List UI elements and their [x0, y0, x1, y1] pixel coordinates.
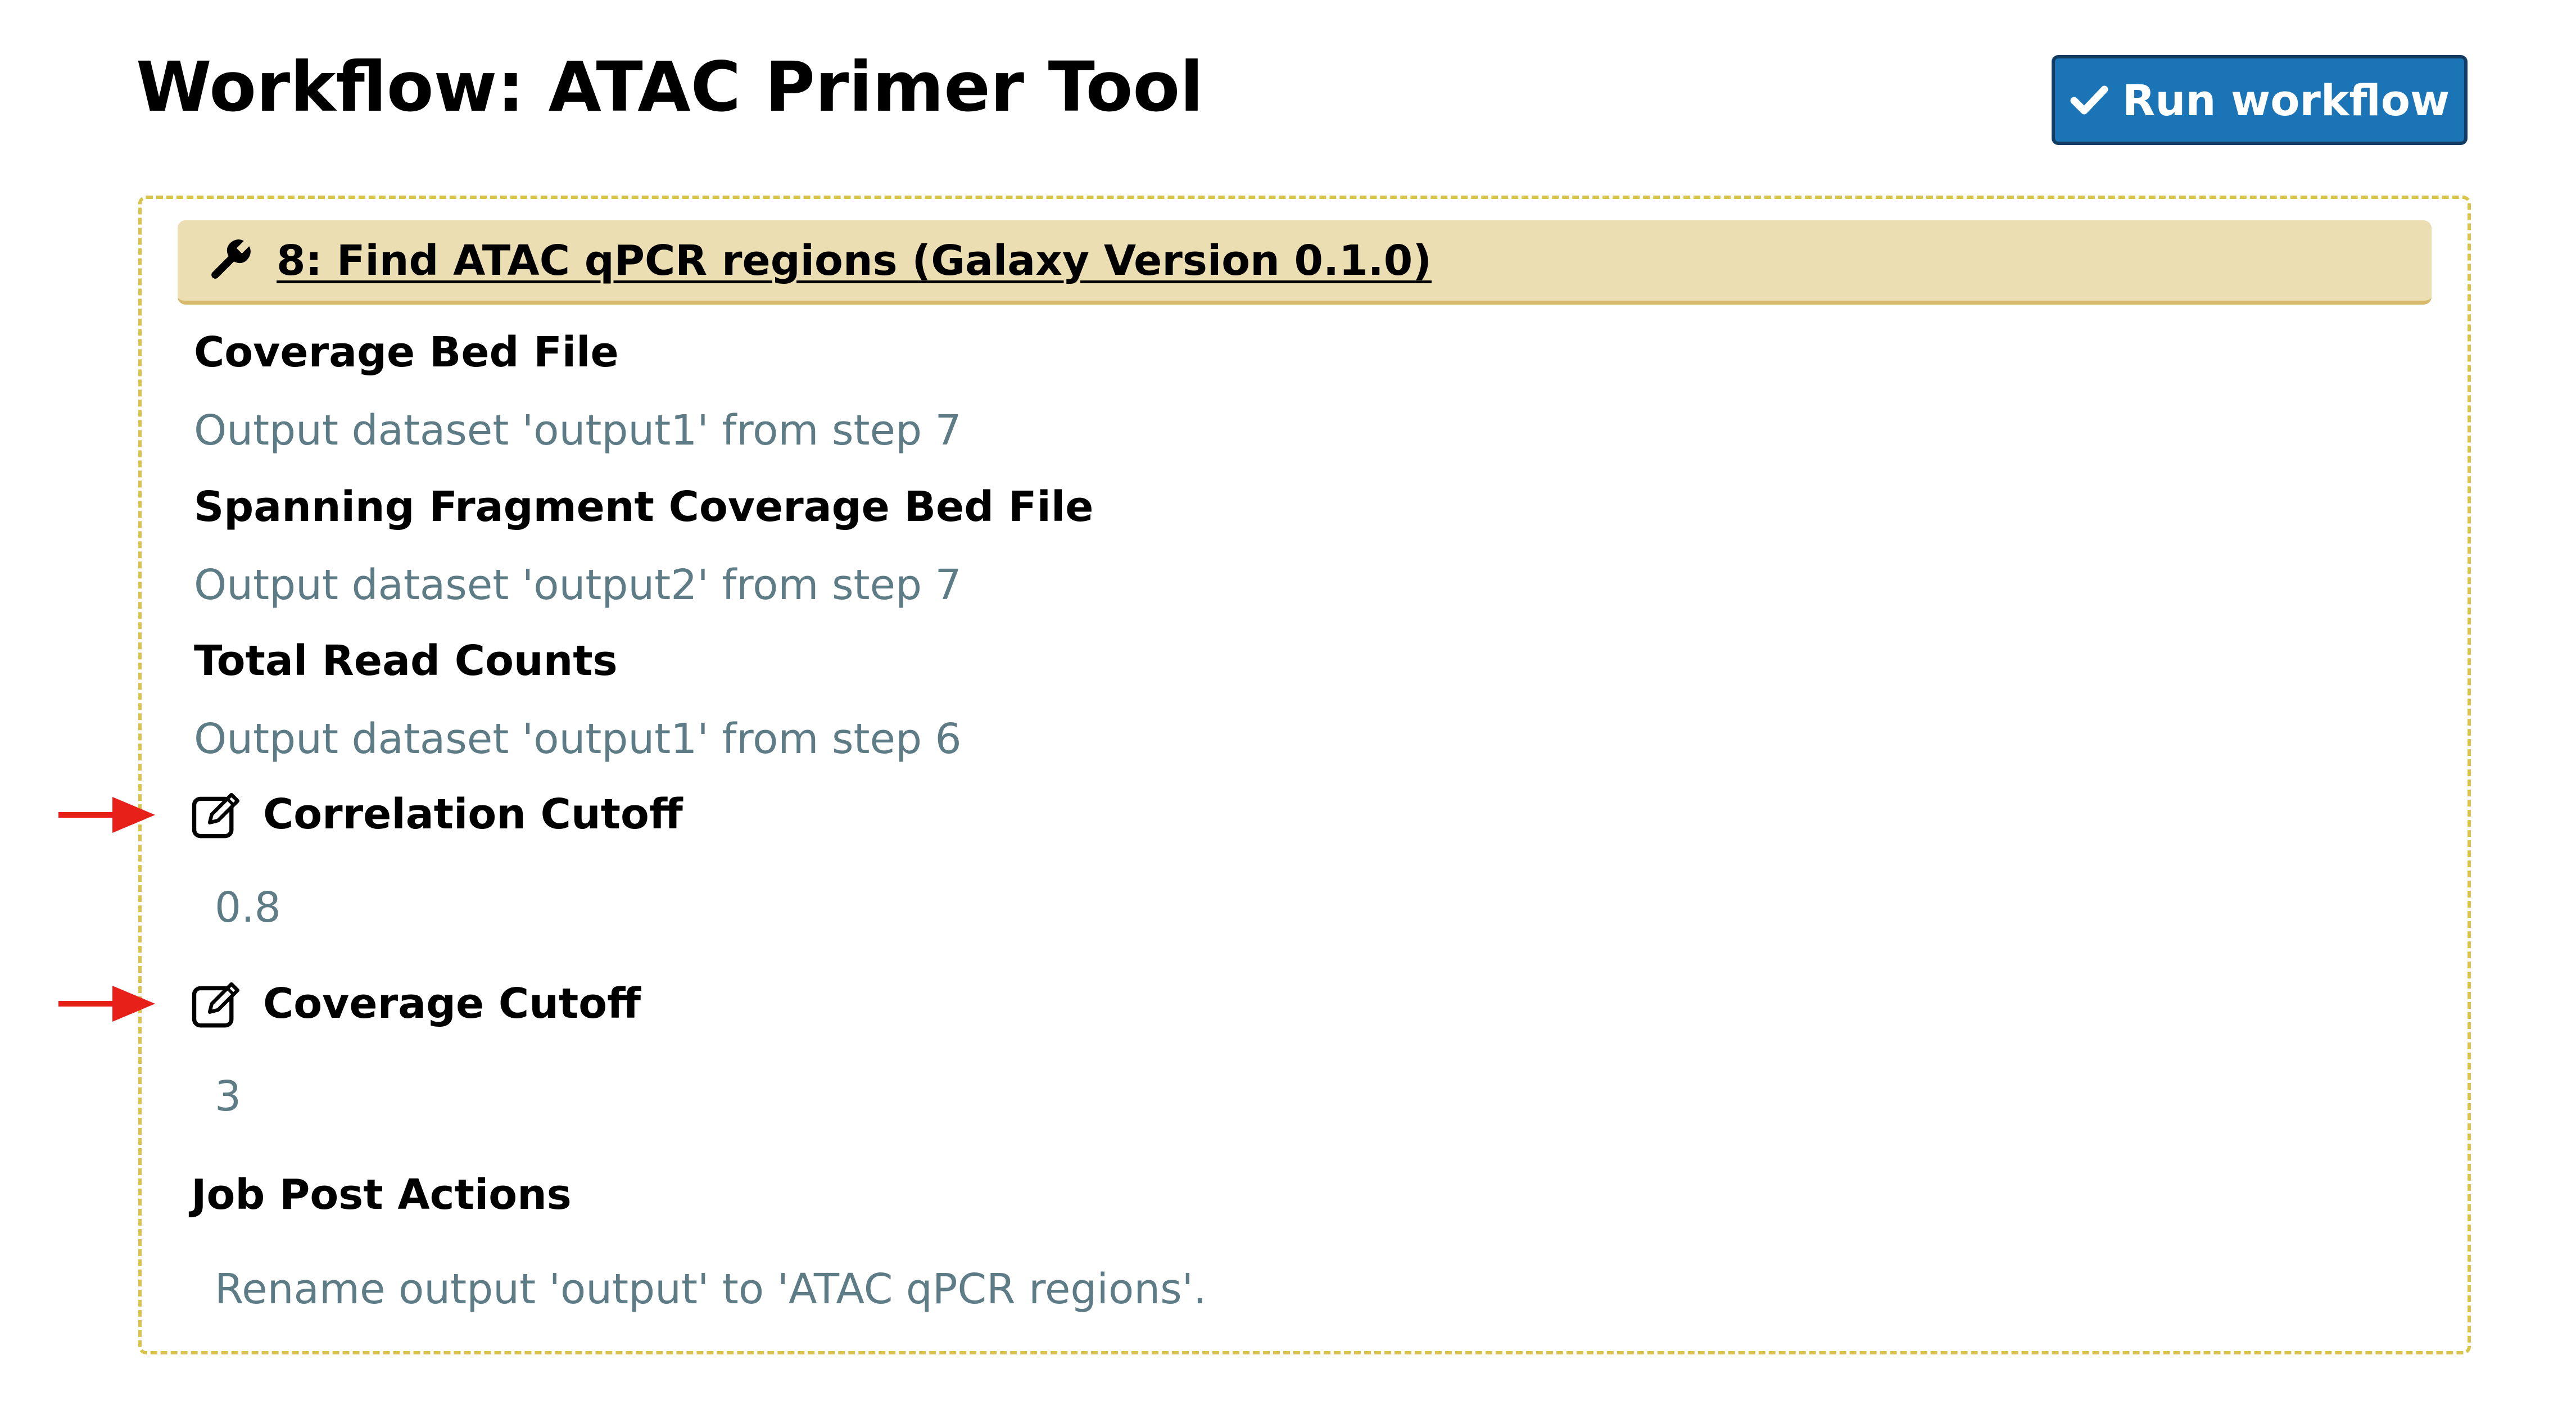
- job-post-actions-label: Job Post Actions: [191, 1171, 572, 1219]
- param-label-total-read-counts: Total Read Counts: [194, 637, 618, 685]
- check-icon: [2070, 85, 2108, 115]
- run-workflow-button[interactable]: Run workflow: [2052, 55, 2468, 145]
- wrench-icon: [211, 239, 251, 279]
- workflow-run-page: Workflow: ATAC Primer Tool Run workflow …: [0, 0, 2576, 1405]
- param-label-spanning-fragment-coverage-bed-file: Spanning Fragment Coverage Bed File: [194, 483, 1094, 531]
- param-label-correlation-cutoff: Correlation Cutoff: [263, 790, 683, 839]
- edit-icon[interactable]: [191, 788, 243, 840]
- param-label-coverage-bed-file: Coverage Bed File: [194, 328, 619, 377]
- run-workflow-label: Run workflow: [2122, 75, 2450, 125]
- param-value-coverage-bed-file: Output dataset 'output1' from step 7: [194, 406, 962, 455]
- red-arrow-icon: [58, 797, 155, 833]
- param-coverage-cutoff: Coverage Cutoff: [191, 978, 641, 1030]
- edit-icon[interactable]: [191, 978, 243, 1030]
- param-label-coverage-cutoff: Coverage Cutoff: [263, 980, 641, 1028]
- param-value-coverage-cutoff: 3: [215, 1072, 242, 1121]
- page-title: Workflow: ATAC Primer Tool: [136, 47, 1204, 127]
- param-value-total-read-counts: Output dataset 'output1' from step 6: [194, 715, 962, 763]
- param-value-spanning-fragment-coverage-bed-file: Output dataset 'output2' from step 7: [194, 561, 962, 609]
- step-header[interactable]: 8: Find ATAC qPCR regions (Galaxy Versio…: [178, 220, 2432, 305]
- param-value-correlation-cutoff: 0.8: [215, 883, 281, 932]
- param-correlation-cutoff: Correlation Cutoff: [191, 788, 683, 840]
- step-title-link[interactable]: 8: Find ATAC qPCR regions (Galaxy Versio…: [277, 237, 1432, 285]
- job-post-actions-value: Rename output 'output' to 'ATAC qPCR reg…: [215, 1265, 1207, 1313]
- red-arrow-icon: [58, 986, 155, 1022]
